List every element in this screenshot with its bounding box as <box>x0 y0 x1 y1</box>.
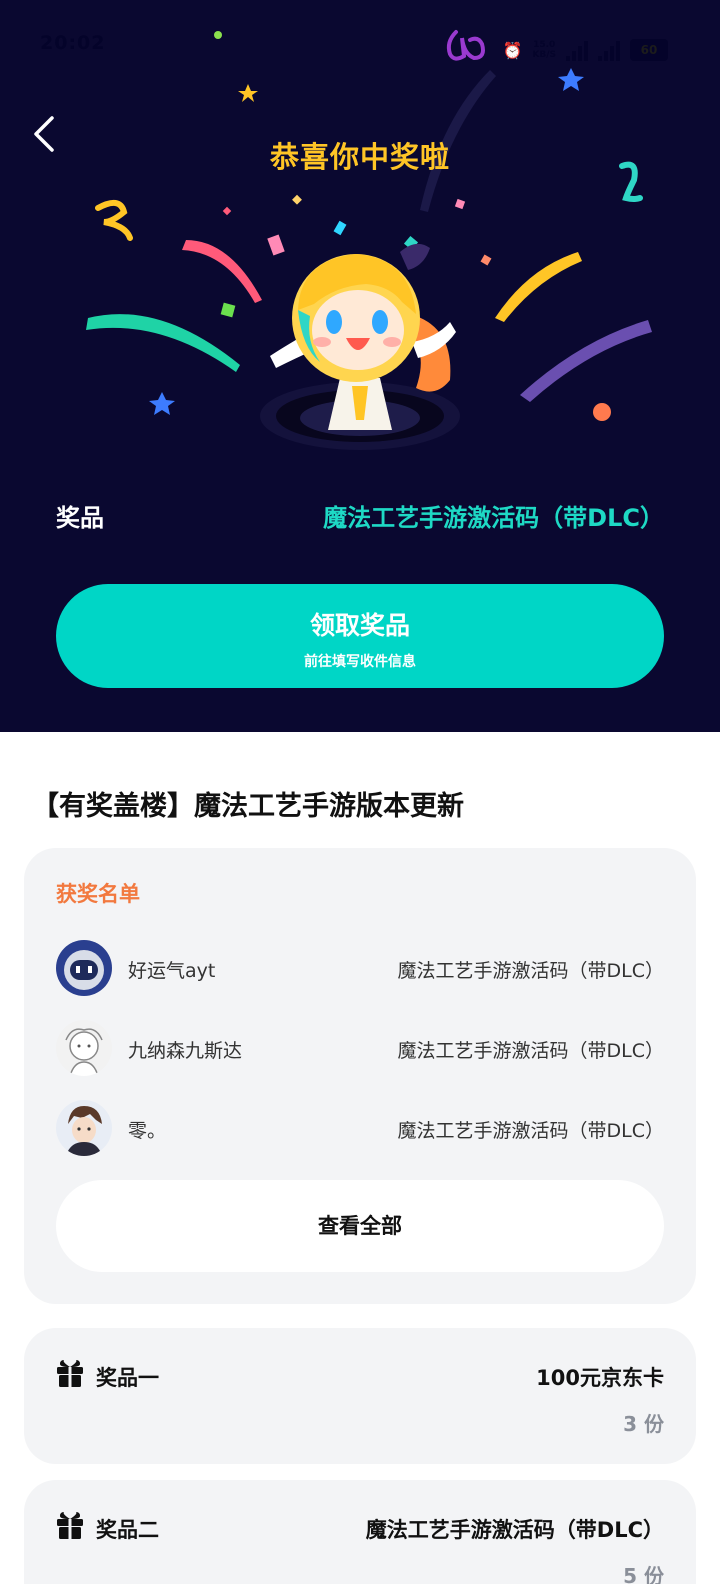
prize-card: 奖品二 魔法工艺手游激活码（带DLC） 5 份 <box>24 1480 696 1584</box>
hero-banner: 20:02 ⏰ 15.0 KB/S 60 恭喜你中奖啦 奖品 魔法工艺手游激活码… <box>0 0 720 732</box>
gift-icon <box>57 1360 83 1387</box>
prize-card: 奖品一 100元京东卡 3 份 <box>24 1328 696 1464</box>
avatar[interactable] <box>56 1020 112 1076</box>
winners-title: 获奖名单 <box>56 882 140 906</box>
winner-prize: 魔法工艺手游激活码（带DLC） <box>397 1040 664 1062</box>
prize-name: 奖品一 <box>96 1366 159 1390</box>
claim-button-label: 领取奖品 <box>309 611 410 640</box>
avatar[interactable] <box>56 1100 112 1156</box>
winner-name: 九纳森九斯达 <box>128 1040 243 1062</box>
claim-prize-button[interactable]: 领取奖品 前往填写收件信息 <box>56 584 664 688</box>
app-logo-icon <box>447 30 486 61</box>
gift-icon <box>57 1512 83 1539</box>
winners-card: 获奖名单 好运气ayt 魔法工艺手游激活码（带DLC） 九纳森九斯达 魔法工艺手… <box>24 848 696 1304</box>
robot-avatar-icon <box>56 940 112 996</box>
winner-row[interactable]: 零。 魔法工艺手游激活码（带DLC） <box>56 1100 664 1158</box>
post-title[interactable]: 【有奖盖楼】魔法工艺手游版本更新 <box>32 784 464 823</box>
status-time: 20:02 <box>40 32 106 54</box>
prize-name: 奖品二 <box>96 1518 159 1542</box>
hero-title: 恭喜你中奖啦 <box>269 140 450 174</box>
winner-name: 零。 <box>128 1120 167 1142</box>
sketch-avatar-icon <box>56 1020 112 1076</box>
alarm-icon: ⏰ <box>502 40 523 60</box>
signal-icon <box>566 39 588 61</box>
winner-row[interactable]: 九纳森九斯达 魔法工艺手游激活码（带DLC） <box>56 1020 664 1078</box>
view-all-button[interactable]: 查看全部 <box>56 1180 664 1272</box>
battery-icon: 60 <box>630 39 668 61</box>
prize-item: 魔法工艺手游激活码（带DLC） <box>365 1518 664 1542</box>
signal-icon-2 <box>598 39 620 61</box>
won-prize-row: 奖品 魔法工艺手游激活码（带DLC） <box>56 494 664 534</box>
claim-button-sublabel: 前往填写收件信息 <box>304 654 416 670</box>
mascot-illustration <box>260 243 460 450</box>
avatar[interactable] <box>56 940 112 996</box>
winner-name: 好运气ayt <box>128 960 216 982</box>
prize-label: 奖品 <box>56 504 104 532</box>
prize-value: 魔法工艺手游激活码（带DLC） <box>323 504 664 532</box>
winner-row[interactable]: 好运气ayt 魔法工艺手游激活码（带DLC） <box>56 940 664 998</box>
status-bar: 20:02 ⏰ 15.0 KB/S 60 <box>0 20 720 61</box>
prize-item: 100元京东卡 <box>536 1366 664 1390</box>
status-icons: ⏰ 15.0 KB/S 60 <box>442 26 668 74</box>
prize-quantity: 5 份 <box>623 1564 664 1584</box>
winner-prize: 魔法工艺手游激活码（带DLC） <box>397 960 664 982</box>
anime-avatar-icon <box>56 1100 112 1156</box>
prize-quantity: 3 份 <box>623 1412 664 1436</box>
winner-prize: 魔法工艺手游激活码（带DLC） <box>397 1120 664 1142</box>
network-speed: 15.0 KB/S <box>532 40 556 60</box>
